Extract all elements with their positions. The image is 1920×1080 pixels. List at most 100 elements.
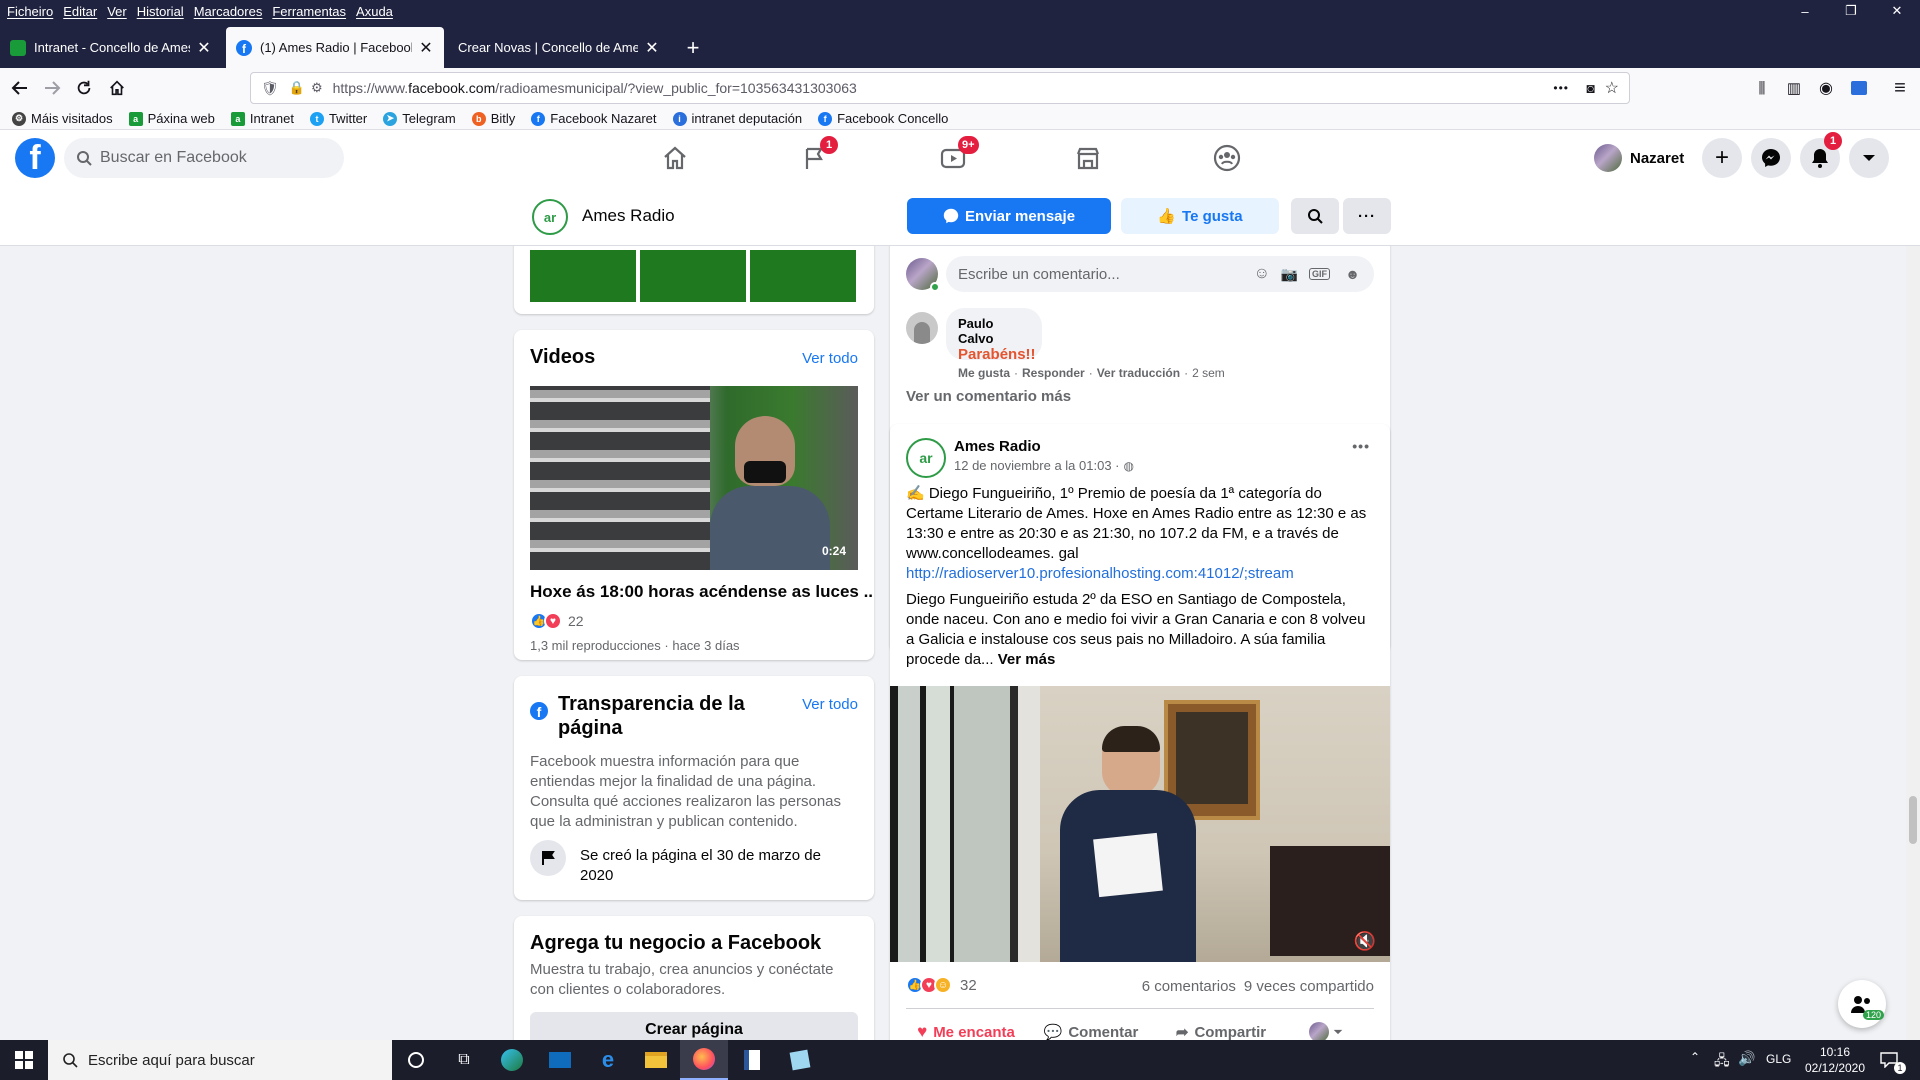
bookmark-paxina-web[interactable]: a Páxina web: [128, 111, 215, 126]
sidebar-button[interactable]: ▥: [1780, 74, 1808, 102]
video-reactions[interactable]: 👍 ♥ 22: [530, 612, 584, 630]
mail-app[interactable]: [536, 1040, 584, 1080]
messenger-button[interactable]: [1751, 138, 1791, 178]
notes-app[interactable]: [776, 1040, 824, 1080]
bookmark-star-icon[interactable]: ☆: [1605, 78, 1619, 98]
camera-icon[interactable]: 📷: [1281, 266, 1298, 283]
menu-ficheiro[interactable]: Ficheiro: [7, 4, 53, 19]
page-scrollbar[interactable]: [1906, 246, 1920, 1040]
page-actions-button[interactable]: •••: [1553, 81, 1569, 95]
comment-reply-link[interactable]: Responder: [1022, 366, 1085, 380]
comment-like-link[interactable]: Me gusta: [958, 366, 1010, 380]
library-button[interactable]: ⫼: [1748, 74, 1776, 102]
bookmark-twitter[interactable]: t Twitter: [309, 111, 367, 126]
scrollbar-thumb[interactable]: [1909, 796, 1917, 844]
facebook-search-input[interactable]: Buscar en Facebook: [64, 138, 344, 178]
nav-watch[interactable]: 9+: [898, 130, 1008, 186]
love-button[interactable]: ♥ Me encanta: [906, 1022, 1026, 1040]
sticker-icon[interactable]: ☻: [1345, 266, 1360, 282]
app-menu-button[interactable]: ≡: [1886, 74, 1914, 102]
forward-button[interactable]: [38, 74, 66, 102]
bookmark-mais-visitados[interactable]: ⚙ Máis visitados: [12, 111, 113, 126]
comment-button[interactable]: 💬 Comentar: [1026, 1023, 1156, 1041]
post-reactions[interactable]: 👍 ♥ ☺ 32: [906, 976, 977, 994]
nav-home[interactable]: [620, 130, 730, 186]
action-center-button[interactable]: 1: [1876, 1048, 1906, 1074]
close-window-button[interactable]: ✕: [1874, 0, 1920, 22]
ames-radio-logo[interactable]: ar: [906, 438, 946, 478]
videos-see-all-link[interactable]: Ver todo: [802, 350, 858, 367]
tab-ames-radio[interactable]: f (1) Ames Radio | Facebook ✕: [226, 27, 444, 68]
comment-input[interactable]: Escribe un comentario... ☺ 📷 GIF ☻: [946, 256, 1374, 292]
url-text[interactable]: https://www.facebook.com/radioamesmunici…: [333, 80, 857, 96]
notifications-button[interactable]: 1: [1800, 132, 1842, 178]
back-button[interactable]: [6, 74, 34, 102]
ames-radio-logo[interactable]: ar: [532, 199, 568, 235]
chevron-up-icon[interactable]: ⌃: [1690, 1050, 1700, 1064]
page-search-button[interactable]: [1291, 198, 1339, 234]
cortana-button[interactable]: [392, 1040, 440, 1080]
shield-icon[interactable]: 🛡: [261, 80, 279, 97]
taskbar-search-input[interactable]: Escribe aquí para buscar: [48, 1040, 392, 1080]
maximize-button[interactable]: ❐: [1828, 0, 1874, 22]
comments-count[interactable]: 6 comentarios: [1142, 978, 1236, 995]
minimize-button[interactable]: –: [1782, 0, 1828, 22]
close-tab-icon[interactable]: ✕: [418, 38, 434, 58]
video-title[interactable]: Hoxe ás 18:00 horas acéndense as luces .…: [530, 582, 874, 602]
nav-pages[interactable]: 1: [760, 130, 870, 186]
bookmark-telegram[interactable]: ➤ Telegram: [383, 111, 456, 126]
new-tab-button[interactable]: +: [676, 29, 710, 66]
post-video[interactable]: 🔇: [890, 686, 1390, 962]
extension-button[interactable]: [1845, 74, 1873, 102]
transparency-see-all-link[interactable]: Ver todo: [802, 696, 858, 713]
bookmark-facebook-concello[interactable]: f Facebook Concello: [818, 111, 948, 126]
shares-count[interactable]: 9 veces compartido: [1244, 978, 1374, 995]
nav-groups[interactable]: [1172, 130, 1282, 186]
language-indicator[interactable]: GLG: [1766, 1052, 1791, 1066]
post-author[interactable]: Ames Radio: [954, 438, 1041, 455]
clock[interactable]: 10:16 02/12/2020: [1800, 1044, 1870, 1076]
edge-app[interactable]: [488, 1040, 536, 1080]
nav-marketplace[interactable]: [1033, 130, 1143, 186]
bookmark-intranet[interactable]: a Intranet: [230, 111, 294, 126]
bookmark-facebook-nazaret[interactable]: f Facebook Nazaret: [531, 111, 657, 126]
ie-app[interactable]: e: [584, 1040, 632, 1080]
task-view-button[interactable]: ⧉: [440, 1040, 488, 1080]
stream-link[interactable]: http://radioserver10.profesionalhosting.…: [906, 564, 1376, 584]
facebook-logo[interactable]: f: [15, 138, 55, 178]
photo-thumbnail[interactable]: [640, 250, 746, 302]
more-comments-link[interactable]: Ver un comentario más: [906, 388, 1071, 405]
gif-icon[interactable]: GIF: [1309, 268, 1330, 280]
account-menu-button[interactable]: [1849, 138, 1889, 178]
network-icon[interactable]: 🖧: [1714, 1050, 1730, 1074]
menu-ver[interactable]: Ver: [107, 4, 127, 19]
post-date[interactable]: 12 de noviembre a la 01:03 ·: [954, 458, 1120, 473]
comment-translate-link[interactable]: Ver traducción: [1097, 366, 1180, 380]
start-button[interactable]: [0, 1040, 48, 1080]
post-as-selector[interactable]: [1286, 1022, 1366, 1040]
profile-button[interactable]: Nazaret: [1594, 142, 1684, 174]
page-name[interactable]: Ames Radio: [582, 206, 675, 226]
bookmark-bitly[interactable]: b Bitly: [471, 111, 515, 126]
menu-marcadores[interactable]: Marcadores: [194, 4, 263, 19]
comment-author[interactable]: Paulo Calvo: [958, 316, 1030, 346]
account-button[interactable]: ◉: [1812, 74, 1840, 102]
avatar[interactable]: [906, 312, 938, 344]
photo-thumbnail[interactable]: [750, 250, 856, 302]
close-tab-icon[interactable]: ✕: [644, 38, 660, 58]
close-tab-icon[interactable]: ✕: [196, 38, 212, 58]
chat-fab-button[interactable]: 120: [1838, 980, 1886, 1028]
tab-intranet[interactable]: Intranet - Concello de Ames | A ✕: [0, 29, 222, 66]
like-page-button[interactable]: 👍 Te gusta: [1121, 198, 1279, 234]
share-button[interactable]: ➦ Compartir: [1156, 1023, 1286, 1041]
lock-icon[interactable]: 🔒: [289, 80, 305, 96]
reload-button[interactable]: [70, 74, 98, 102]
photo-thumbnail[interactable]: [530, 250, 636, 302]
bookmark-intranet-deputacion[interactable]: i intranet deputación: [672, 111, 802, 126]
menu-ferramentas[interactable]: Ferramentas: [272, 4, 346, 19]
see-more-link[interactable]: Ver más: [998, 651, 1056, 668]
volume-icon[interactable]: 🔊: [1738, 1050, 1755, 1067]
mute-icon[interactable]: 🔇: [1354, 931, 1376, 952]
menu-historial[interactable]: Historial: [137, 4, 184, 19]
post-options-button[interactable]: •••: [1352, 438, 1370, 454]
